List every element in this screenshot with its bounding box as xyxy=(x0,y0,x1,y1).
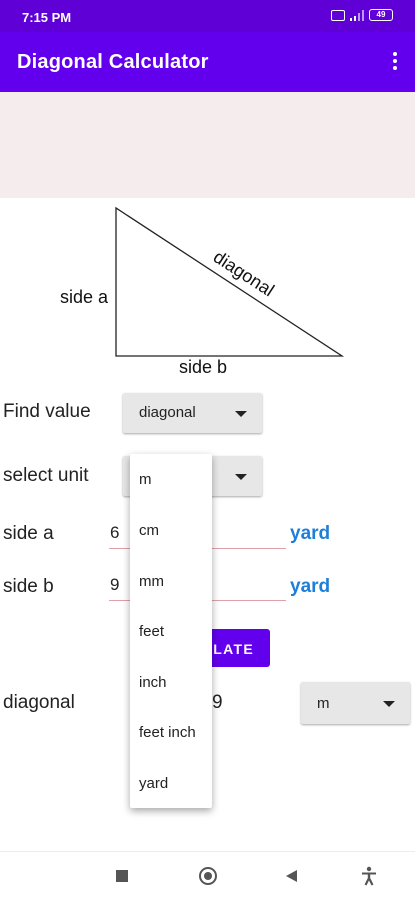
dropdown-arrow-icon xyxy=(235,474,247,480)
select-unit-label: select unit xyxy=(3,465,89,486)
side-a-unit: yard xyxy=(290,523,331,544)
accessibility-icon[interactable] xyxy=(360,866,378,886)
side-a-label: side a xyxy=(3,523,54,544)
nav-bar xyxy=(0,851,415,900)
figure-side-a-label: side a xyxy=(60,287,109,307)
app-bar: Diagonal Calculator xyxy=(0,32,415,92)
status-bar: 7:15 PM 49 xyxy=(0,0,415,32)
battery-icon: 49 xyxy=(369,9,393,21)
recents-icon[interactable] xyxy=(116,870,128,882)
dropdown-option-m[interactable]: m xyxy=(139,471,152,488)
more-vertical-icon[interactable] xyxy=(389,52,401,72)
unit-dropdown-menu: m cm mm feet inch feet inch yard xyxy=(130,454,212,808)
calculate-button-label: LATE xyxy=(213,641,254,657)
dropdown-option-inch[interactable]: inch xyxy=(139,674,167,691)
signal-icon xyxy=(350,9,364,21)
result-unit-spinner[interactable]: m xyxy=(301,682,410,724)
dropdown-option-feet-inch[interactable]: feet inch xyxy=(139,724,196,741)
side-b-label: side b xyxy=(3,576,54,597)
find-value-label: Find value xyxy=(3,401,91,422)
diagonal-result-label: diagonal xyxy=(3,692,75,713)
side-a-value: 6 xyxy=(110,523,120,542)
dropdown-option-feet[interactable]: feet xyxy=(139,623,164,640)
ad-banner xyxy=(0,92,415,198)
figure-side-b-label: side b xyxy=(179,357,227,377)
app-title: Diagonal Calculator xyxy=(17,51,209,73)
triangle-shape xyxy=(115,206,345,357)
sim-card-icon xyxy=(331,9,345,21)
side-b-unit: yard xyxy=(290,576,331,597)
dropdown-option-cm[interactable]: cm xyxy=(139,522,159,539)
dropdown-arrow-icon xyxy=(383,701,395,707)
dropdown-arrow-icon xyxy=(235,411,247,417)
back-icon[interactable] xyxy=(286,870,297,882)
find-value-spinner[interactable]: diagonal xyxy=(123,393,262,433)
status-icons: 49 xyxy=(331,9,393,21)
home-icon[interactable] xyxy=(199,867,217,885)
result-unit-selected: m xyxy=(317,695,330,712)
triangle-figure: side a side b diagonal xyxy=(60,206,345,377)
diagonal-result-value: 9 xyxy=(212,692,223,713)
find-value-selected: diagonal xyxy=(139,404,196,421)
status-time: 7:15 PM xyxy=(22,10,72,25)
side-b-value: 9 xyxy=(110,575,120,594)
dropdown-option-yard[interactable]: yard xyxy=(139,775,168,792)
dropdown-option-mm[interactable]: mm xyxy=(139,573,164,590)
